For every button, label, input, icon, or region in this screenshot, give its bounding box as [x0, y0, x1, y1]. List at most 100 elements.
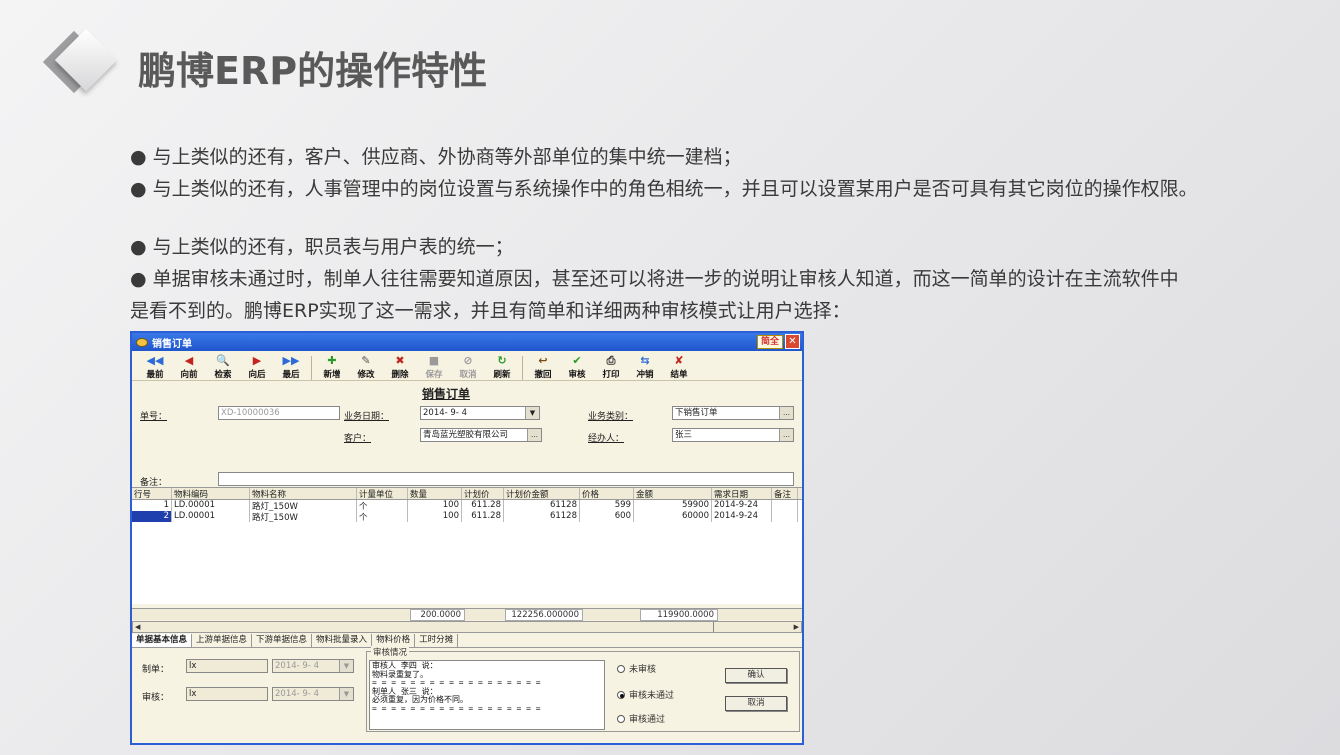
confirm-button[interactable]: 确认	[725, 668, 787, 683]
grid-header: 行号 物料编码 物料名称 计量单位 数量 计划价 计划价金额 价格 金额 需求日期 备注	[132, 488, 802, 500]
column-header[interactable]: 需求日期	[712, 488, 772, 499]
toolbar-button[interactable]: ⇆ 冲销	[628, 354, 662, 380]
maker-label: 制单：	[142, 665, 170, 675]
table-cell[interactable]: LD.00001	[172, 500, 250, 511]
table-cell[interactable]: 611.28	[462, 511, 504, 522]
chevron-down-icon: ▼	[339, 688, 353, 700]
toolbar-button[interactable]: ▶ 向后	[240, 354, 274, 380]
date-field[interactable]: 2014- 9- 4 ▼	[420, 406, 540, 420]
column-header[interactable]: 价格	[580, 488, 634, 499]
toolbar-label: 检索	[214, 370, 232, 380]
table-row[interactable]: 2 LD.00001 路灯_150W 个 100 611.28 61128 600 60000 2…	[132, 511, 802, 522]
table-cell[interactable]: 1	[132, 500, 172, 511]
toolbar-label: 打印	[602, 370, 620, 380]
order-form: 销售订单 单号： XD-10000036 业务日期： 2014- 9- 4 ▼ 业…	[132, 381, 802, 488]
chevron-down-icon[interactable]: ▼	[525, 407, 539, 419]
handler-field[interactable]: 张三…	[672, 428, 794, 442]
table-cell[interactable]: 61128	[504, 511, 580, 522]
table-cell[interactable]	[772, 500, 798, 511]
toolbar-button[interactable]: ✘ 结单	[662, 354, 696, 380]
brand-badge: 简全	[756, 334, 783, 349]
toolbar: ◀◀ 最前 ◀ 向前 🔍 检索 ▶ 向后 ▶▶ 最后 ✚ 新增 ✎ 修改 ✖ 删除 ■ 保存 ⊘ 取消 ↻ 刷新 ↩ 撤回 ✔ 审…	[132, 351, 802, 381]
toolbar-button[interactable]: ▶▶ 最后	[274, 354, 308, 380]
ellipsis-icon[interactable]: …	[779, 429, 793, 441]
date-label: 业务日期：	[344, 412, 390, 422]
order-no-field[interactable]: XD-10000036	[218, 406, 340, 420]
toolbar-button[interactable]: ◀◀ 最前	[138, 354, 172, 380]
toolbar-button[interactable]: ⊘ 取消	[451, 354, 485, 380]
tab[interactable]: 上游单据信息	[192, 634, 253, 647]
toolbar-label: 保存	[425, 370, 443, 380]
ellipsis-icon[interactable]: …	[527, 429, 541, 441]
table-cell[interactable]: 611.28	[462, 500, 504, 511]
table-cell[interactable]: 2	[132, 511, 172, 522]
radio-unreviewed[interactable]: 未审核	[617, 662, 656, 675]
table-cell[interactable]: 2014-9-24	[712, 500, 772, 511]
table-cell[interactable]	[772, 511, 798, 522]
tab[interactable]: 物料批量录入	[312, 634, 373, 647]
table-cell[interactable]: 59900	[634, 500, 712, 511]
column-header[interactable]: 物料名称	[250, 488, 357, 499]
column-header[interactable]: 计量单位	[357, 488, 408, 499]
type-field[interactable]: 下销售订单…	[672, 406, 794, 420]
toolbar-label: 删除	[391, 370, 409, 380]
radio-failed[interactable]: 审核未通过	[617, 688, 674, 701]
toolbar-button[interactable]: ◀ 向前	[172, 354, 206, 380]
table-cell[interactable]: 路灯_150W	[250, 511, 357, 522]
cancel-button[interactable]: 取消	[725, 696, 787, 711]
tab[interactable]: 单据基本信息	[132, 634, 193, 647]
customer-field[interactable]: 青岛蓝光塑胶有限公司…	[420, 428, 542, 442]
horizontal-scrollbar[interactable]: ◀ ▶	[132, 621, 802, 633]
table-cell[interactable]: LD.00001	[172, 511, 250, 522]
radio-icon	[617, 714, 625, 723]
toolbar-icon: ✘	[674, 354, 684, 367]
toolbar-button[interactable]: ■ 保存	[417, 354, 451, 380]
bullet-item: ● 与上类似的还有，职员表与用户表的统一；	[130, 236, 514, 258]
table-cell[interactable]: 100	[408, 500, 462, 511]
table-cell[interactable]: 100	[408, 511, 462, 522]
tab[interactable]: 工时分摊	[415, 634, 459, 647]
scroll-right-icon[interactable]: ▶	[794, 623, 799, 631]
toolbar-icon: ⇆	[640, 354, 650, 367]
toolbar-icon: ▶▶	[282, 354, 300, 367]
toolbar-icon: ↻	[497, 354, 507, 367]
toolbar-button[interactable]: ✔ 审核	[560, 354, 594, 380]
column-header[interactable]: 行号	[132, 488, 172, 499]
column-header[interactable]: 物料编码	[172, 488, 250, 499]
column-header[interactable]: 计划价金额	[504, 488, 580, 499]
toolbar-icon: ↩	[538, 354, 548, 367]
toolbar-button[interactable]: ✚ 新增	[315, 354, 349, 380]
column-header[interactable]: 金额	[634, 488, 712, 499]
radio-passed[interactable]: 审核通过	[617, 712, 665, 725]
chevron-down-icon: ▼	[339, 660, 353, 672]
close-icon[interactable]: ✕	[785, 334, 800, 349]
toolbar-button[interactable]: ✖ 删除	[383, 354, 417, 380]
table-cell[interactable]: 600	[580, 511, 634, 522]
table-row[interactable]: 1 LD.00001 路灯_150W 个 100 611.28 61128 599 59900 2…	[132, 500, 802, 511]
table-cell[interactable]: 路灯_150W	[250, 500, 357, 511]
column-header[interactable]: 计划价	[462, 488, 504, 499]
scroll-left-icon[interactable]: ◀	[135, 623, 140, 631]
ellipsis-icon[interactable]: …	[779, 407, 793, 419]
table-cell[interactable]: 个	[357, 500, 408, 511]
toolbar-button[interactable]: 🔍 检索	[206, 354, 240, 380]
toolbar-icon: ⊘	[463, 354, 473, 367]
table-cell[interactable]: 599	[580, 500, 634, 511]
tab[interactable]: 下游单据信息	[252, 634, 313, 647]
toolbar-button[interactable]: ⎙ 打印	[594, 354, 628, 380]
table-cell[interactable]: 个	[357, 511, 408, 522]
toolbar-label: 取消	[459, 370, 477, 380]
table-cell[interactable]: 61128	[504, 500, 580, 511]
column-header[interactable]: 数量	[408, 488, 462, 499]
toolbar-label: 最前	[146, 370, 164, 380]
window-titlebar[interactable]: 销售订单 简全 ✕	[132, 333, 802, 351]
audit-comments[interactable]: 审核人 李四 说： 物料录重复了。 = = = = = = = = = = = …	[369, 660, 605, 730]
column-header[interactable]: 备注	[772, 488, 798, 499]
toolbar-button[interactable]: ↩ 撤回	[526, 354, 560, 380]
audit-caption: 审核情况	[371, 646, 410, 658]
table-cell[interactable]: 60000	[634, 511, 712, 522]
toolbar-button[interactable]: ✎ 修改	[349, 354, 383, 380]
remark-field[interactable]	[218, 472, 794, 486]
toolbar-button[interactable]: ↻ 刷新	[485, 354, 519, 380]
table-cell[interactable]: 2014-9-24	[712, 511, 772, 522]
